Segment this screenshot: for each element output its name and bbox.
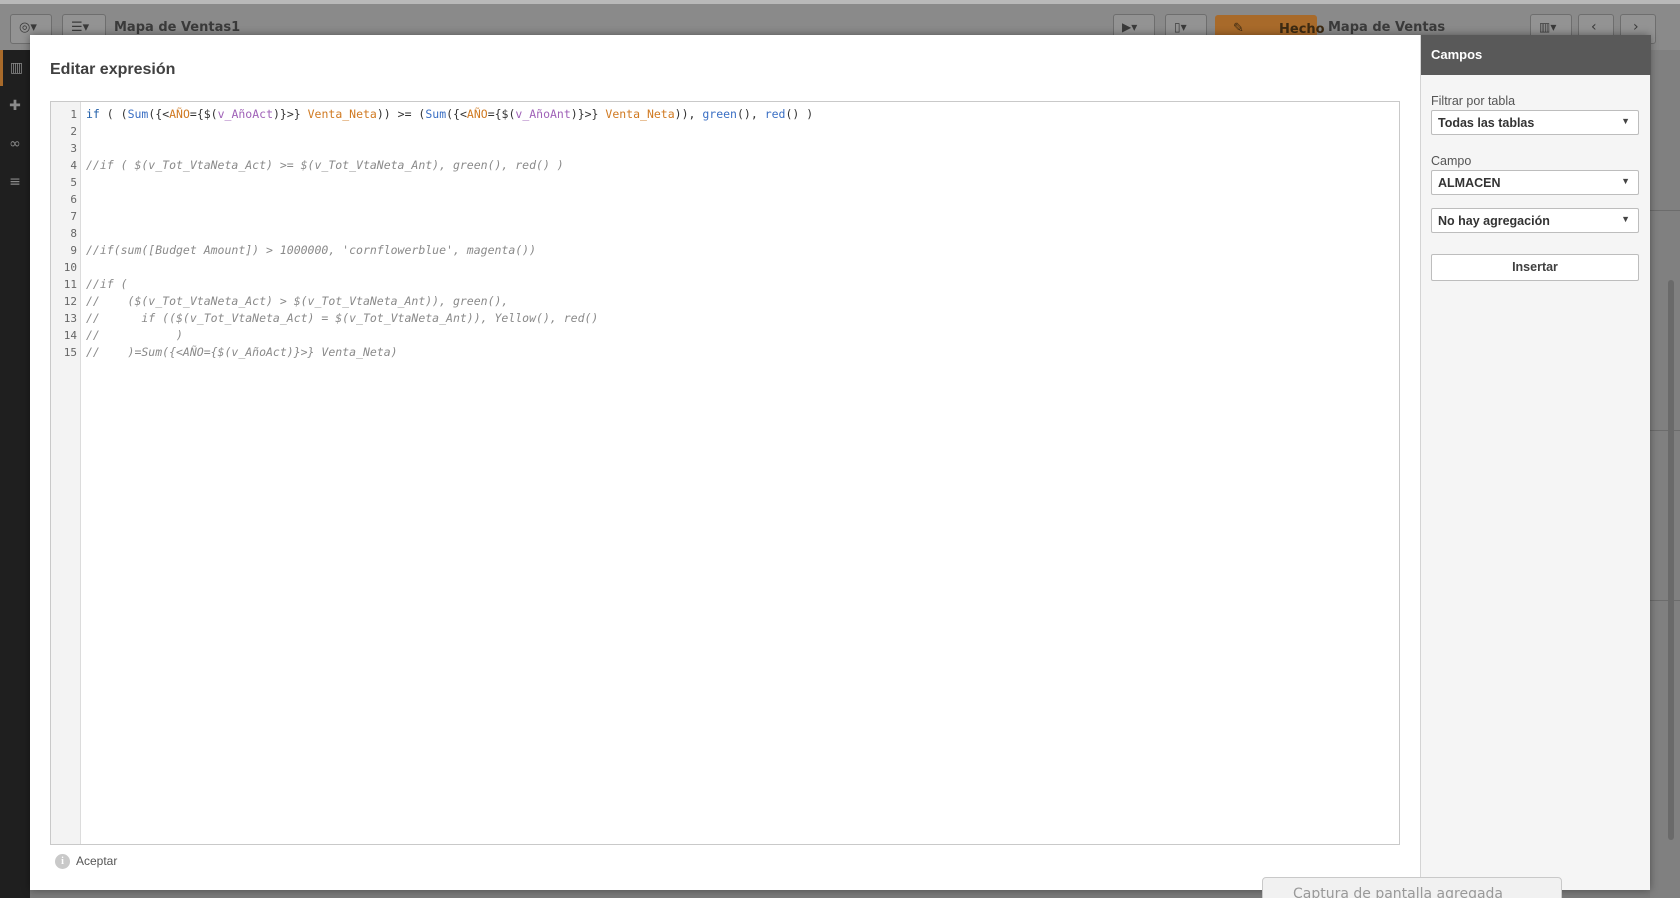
code-token: green [702, 107, 737, 121]
line-number: 9 [70, 244, 77, 257]
code-token: Sum [127, 107, 149, 121]
chevron-right-icon: › [1633, 19, 1639, 35]
code-line-15: // )=Sum({<AÑO={$(v_AñoAct)}>} Venta_Net… [86, 345, 398, 359]
toast-text: Captura de pantalla agregada [1293, 886, 1504, 898]
right-properties-strip [1650, 50, 1680, 898]
caret-down-icon: ▼ [1621, 116, 1630, 126]
line-number: 7 [70, 210, 77, 223]
field-value: ALMACEN [1438, 176, 1501, 190]
code-token: )), [674, 107, 703, 121]
field-dropdown[interactable]: ALMACEN ▼ [1431, 170, 1639, 195]
code-line-11: //if ( [86, 277, 128, 291]
expression-editor[interactable]: 1 2 3 4 5 6 7 8 9 10 11 12 13 14 15 if (… [50, 101, 1400, 845]
status-text: Aceptar [76, 854, 118, 868]
code-line-14: // ) [86, 328, 183, 342]
divider [1650, 430, 1680, 431]
link-icon[interactable]: ∞ [0, 126, 30, 162]
pencil-icon: ✎ [1233, 21, 1244, 36]
code-token: ({< [148, 107, 170, 121]
edit-expression-dialog: Editar expresión 1 2 3 4 5 6 7 8 9 10 11… [30, 35, 1651, 890]
code-token: (), [736, 107, 765, 121]
line-number: 12 [63, 295, 77, 308]
code-line-1: if ( (Sum({<AÑO={$(v_AñoAct)}>} Venta_Ne… [86, 107, 813, 121]
code-token: Sum [425, 107, 447, 121]
info-icon: i [55, 854, 70, 869]
code-token: )}>} [273, 107, 308, 121]
filter-label: Filtrar por tabla [1431, 94, 1516, 108]
scrollbar[interactable] [1668, 280, 1674, 840]
left-sidebar: ▥ ✚ ∞ ≡ [0, 50, 30, 898]
aggregation-value: No hay agregación [1438, 214, 1550, 228]
table-filter-dropdown[interactable]: Todas las tablas ▼ [1431, 110, 1639, 135]
dialog-title: Editar expresión [50, 61, 176, 78]
code-token: Venta_Neta [307, 107, 377, 121]
line-number: 10 [63, 261, 77, 274]
code-token: ({< [446, 107, 467, 121]
code-token: )) >= ( [376, 107, 426, 121]
code-line-13: // if (($(v_Tot_VtaNeta_Act) = $(v_Tot_V… [86, 311, 599, 325]
line-number: 1 [70, 108, 77, 121]
code-token: v_AñoAnt [515, 107, 571, 121]
fields-panel: Campos Filtrar por tabla Todas las tabla… [1420, 35, 1651, 890]
code-token: AÑO [466, 107, 488, 121]
line-number: 13 [63, 312, 77, 325]
play-icon: ▶▾ [1122, 20, 1138, 34]
charts-icon[interactable]: ▥ [0, 50, 30, 86]
compass-icon: ◎▾ [19, 20, 37, 35]
code-token: red [764, 107, 786, 121]
fields-panel-title: Campos [1421, 35, 1651, 75]
chevron-left-icon: ‹ [1591, 19, 1597, 35]
code-token: ={$( [487, 107, 516, 121]
divider [1650, 210, 1680, 211]
code-token: )}>} [570, 107, 606, 121]
line-number: 8 [70, 227, 77, 240]
sheet-title: Mapa de Ventas1 [114, 20, 241, 35]
caret-down-icon: ▼ [1621, 214, 1630, 224]
code-token: if [86, 107, 100, 121]
table-filter-value: Todas las tablas [1438, 116, 1535, 130]
line-number: 6 [70, 193, 77, 206]
extensions-icon[interactable]: ✚ [0, 88, 30, 124]
code-token: ( ( [99, 107, 128, 121]
field-label: Campo [1431, 154, 1472, 168]
sheet-name: Mapa de Ventas [1328, 20, 1446, 35]
code-token: Venta_Neta [605, 107, 675, 121]
device-icon: ▯▾ [1174, 20, 1187, 34]
code-line-12: // ($(v_Tot_VtaNeta_Act) > $(v_Tot_VtaNe… [86, 294, 509, 308]
line-number: 3 [70, 142, 77, 155]
line-number: 5 [70, 176, 77, 189]
line-number: 4 [70, 159, 77, 172]
database-icon[interactable]: ≡ [0, 164, 30, 200]
line-number: 15 [63, 346, 77, 359]
list-icon: ☰▾ [71, 20, 90, 35]
insert-button[interactable]: Insertar [1431, 254, 1639, 281]
line-number: 11 [63, 278, 77, 291]
line-number: 14 [63, 329, 77, 342]
code-line-9: //if(sum([Budget Amount]) > 1000000, 'co… [86, 243, 537, 257]
caret-down-icon: ▼ [1621, 176, 1630, 186]
code-token: ={$( [189, 107, 218, 121]
line-number: 2 [70, 125, 77, 138]
screenshot-toast: Captura de pantalla agregada [1262, 877, 1562, 898]
code-line-4: //if ( $(v_Tot_VtaNeta_Act) >= $(v_Tot_V… [86, 158, 564, 172]
aggregation-dropdown[interactable]: No hay agregación ▼ [1431, 208, 1639, 233]
code-token: v_AñoAct [217, 107, 273, 121]
divider [1650, 600, 1680, 601]
code-token: AÑO [169, 107, 190, 121]
code-token: () ) [785, 107, 814, 121]
line-number-gutter: 1 2 3 4 5 6 7 8 9 10 11 12 13 14 15 [51, 102, 81, 844]
chart-icon: ▥▾ [1539, 20, 1557, 34]
